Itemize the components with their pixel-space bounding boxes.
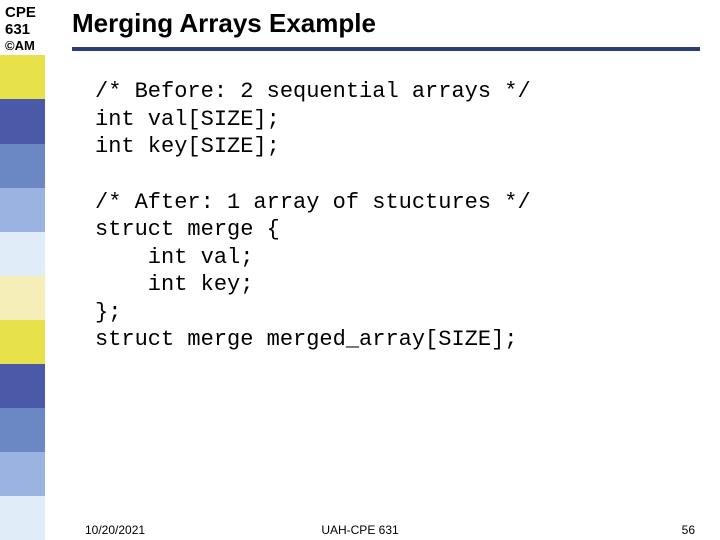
color-block [0,320,45,364]
sidebar: CPE 631 ©AM [0,0,45,540]
code-before: /* Before: 2 sequential arrays */ int va… [95,78,690,161]
footer-center: UAH-CPE 631 [0,523,720,537]
code-after: /* After: 1 array of stuctures */ struct… [95,189,690,354]
sidebar-color-blocks [0,55,45,540]
color-block [0,99,45,143]
color-block [0,452,45,496]
title-underline [72,47,700,51]
header: Merging Arrays Example [72,8,700,51]
color-block [0,408,45,452]
course-copyright: ©AM [5,39,43,54]
color-block [0,55,45,99]
content: /* Before: 2 sequential arrays */ int va… [95,78,690,354]
page-title: Merging Arrays Example [72,8,700,45]
color-block [0,144,45,188]
course-code: CPE 631 ©AM [0,0,45,55]
course-code-line2: 631 [5,21,43,38]
footer-page: 56 [682,523,695,537]
color-block [0,232,45,276]
course-code-line1: CPE [5,4,43,21]
color-block [0,364,45,408]
color-block [0,188,45,232]
color-block [0,276,45,320]
